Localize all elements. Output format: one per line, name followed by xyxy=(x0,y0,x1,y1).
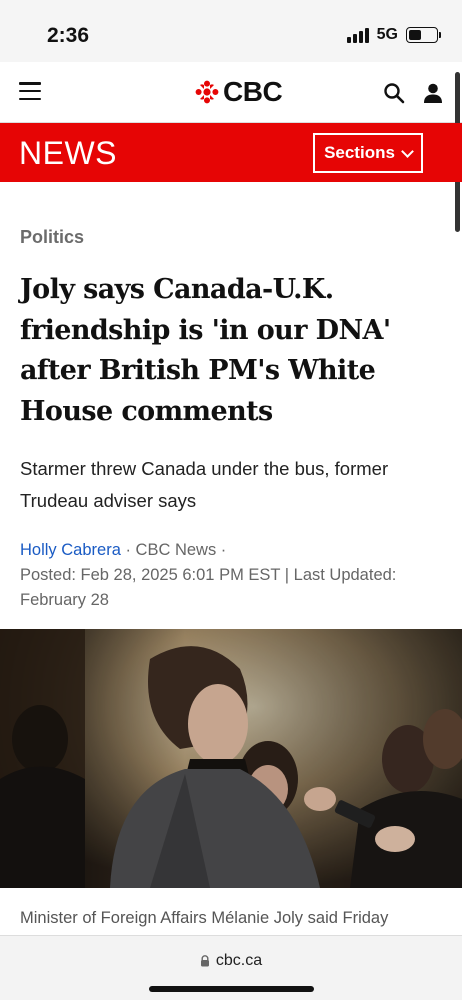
cbc-gem-icon xyxy=(195,80,219,104)
article-headline: Joly says Canada-U.K. friendship is 'in … xyxy=(20,274,391,427)
byline: Holly Cabrera · CBC News · Posted: Feb 2… xyxy=(20,538,450,613)
photo-caption: Minister of Foreign Affairs Mélanie Joly… xyxy=(20,909,389,927)
url-display[interactable]: cbc.ca xyxy=(0,952,462,970)
status-indicators: 5G xyxy=(346,26,441,44)
byline-source: · CBC News · xyxy=(120,541,227,559)
article-photo-image xyxy=(0,629,462,888)
article-photo[interactable] xyxy=(0,629,462,888)
site-header: CBC xyxy=(0,62,462,123)
signal-icon xyxy=(346,27,369,43)
section-title[interactable]: NEWS xyxy=(19,135,117,172)
logo-text: CBC xyxy=(223,76,283,107)
menu-icon[interactable] xyxy=(19,82,41,100)
status-bar: 2:36 5G xyxy=(0,0,462,62)
author-link[interactable]: Holly Cabrera xyxy=(20,541,121,559)
chevron-down-icon xyxy=(401,144,414,158)
battery-icon xyxy=(406,27,441,43)
url-text: cbc.ca xyxy=(215,952,263,969)
search-icon[interactable] xyxy=(383,82,405,104)
section-bar: NEWS Sections xyxy=(0,123,462,182)
status-time: 2:36 xyxy=(47,24,90,47)
home-indicator[interactable] xyxy=(149,986,314,992)
lock-icon xyxy=(200,955,209,967)
sections-button[interactable]: Sections xyxy=(313,133,423,173)
sections-label: Sections xyxy=(324,143,395,162)
article-category[interactable]: Politics xyxy=(20,227,84,248)
posted-date: Posted: Feb 28, 2025 6:01 PM EST | Last … xyxy=(20,566,397,609)
article-subhead: Starmer threw Canada under the bus, form… xyxy=(20,458,389,511)
browser-url-bar[interactable]: cbc.ca xyxy=(0,935,462,1000)
cbc-logo[interactable]: CBC xyxy=(195,76,283,107)
network-label: 5G xyxy=(376,26,398,43)
user-icon[interactable] xyxy=(422,82,444,104)
battery-fill xyxy=(409,30,421,40)
